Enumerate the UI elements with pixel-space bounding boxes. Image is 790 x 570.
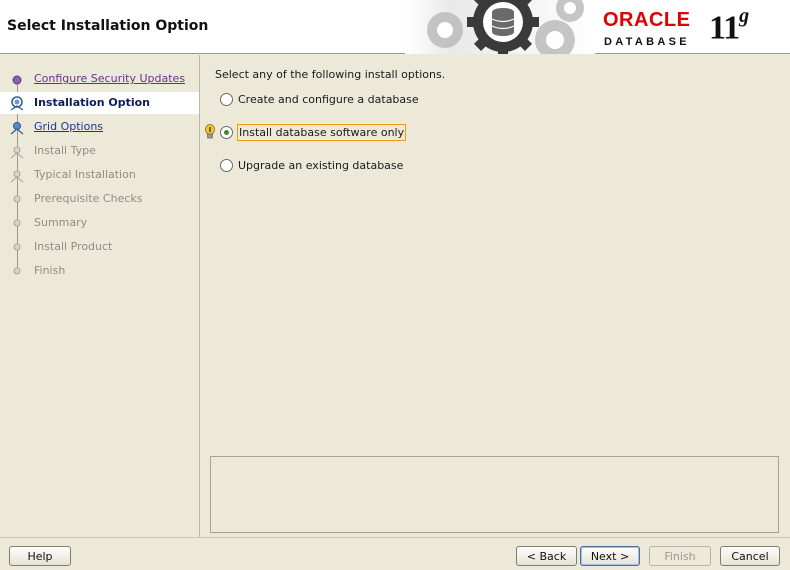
step-label: Installation Option <box>34 96 151 109</box>
future-branch-step-icon <box>10 146 24 159</box>
step-label: Install Type <box>34 144 96 157</box>
future-step-icon <box>13 219 21 227</box>
link-step-icon <box>10 122 24 135</box>
option-label[interactable]: Create and configure a database <box>237 92 420 107</box>
visited-step-icon <box>12 75 22 85</box>
step-install-product: Install Product <box>0 236 199 258</box>
page-title: Select Installation Option <box>7 18 209 34</box>
help-button[interactable]: Help <box>9 546 71 566</box>
step-finish: Finish <box>0 260 199 282</box>
instruction-text: Select any of the following install opti… <box>215 68 446 81</box>
step-prerequisite-checks: Prerequisite Checks <box>0 188 199 210</box>
step-navigation: Configure Security Updates Installation … <box>0 55 200 537</box>
next-button[interactable]: Next > <box>580 546 640 566</box>
step-label: Install Product <box>34 240 113 253</box>
step-label: Prerequisite Checks <box>34 192 143 205</box>
radio-install-software-only[interactable] <box>220 125 233 139</box>
step-label: Grid Options <box>34 120 104 133</box>
step-install-type: Install Type <box>0 140 199 162</box>
step-configure-security-updates[interactable]: Configure Security Updates <box>0 68 199 90</box>
lightbulb-icon <box>205 124 215 139</box>
future-branch-step-icon <box>10 170 24 183</box>
main-panel: Select any of the following install opti… <box>200 55 790 537</box>
logo-version: 11g <box>709 5 749 47</box>
step-grid-options[interactable]: Grid Options <box>0 116 199 138</box>
step-label: Configure Security Updates <box>34 72 186 85</box>
step-label: Summary <box>34 216 88 229</box>
option-create-configure-database[interactable]: Create and configure a database <box>220 90 420 108</box>
oracle-logo: ORACLE DATABASE 11g <box>603 5 783 50</box>
back-button[interactable]: < Back <box>516 546 577 566</box>
step-label: Finish <box>34 264 66 277</box>
future-step-icon <box>13 267 21 275</box>
current-step-icon <box>10 96 24 111</box>
future-step-icon <box>13 243 21 251</box>
step-typical-installation: Typical Installation <box>0 164 199 186</box>
footer-button-bar: Help < Back Next > Finish Cancel <box>0 537 790 570</box>
radio-upgrade-database[interactable] <box>220 158 233 172</box>
header-banner: Select Installation Option ORACLE DATABA… <box>0 0 790 54</box>
logo-oracle-text: ORACLE <box>603 9 691 31</box>
option-upgrade-database[interactable]: Upgrade an existing database <box>220 156 404 174</box>
step-label: Typical Installation <box>34 168 136 181</box>
cancel-button[interactable]: Cancel <box>720 546 780 566</box>
option-label[interactable]: Upgrade an existing database <box>237 158 404 173</box>
future-step-icon <box>13 195 21 203</box>
option-install-software-only[interactable]: Install database software only <box>205 123 407 141</box>
step-summary: Summary <box>0 212 199 234</box>
gears-database-icon <box>405 0 595 54</box>
details-message-area <box>210 456 779 533</box>
logo-database-text: DATABASE <box>604 36 690 48</box>
radio-create-configure-database[interactable] <box>220 92 233 106</box>
step-installation-option[interactable]: Installation Option <box>0 92 199 114</box>
option-label[interactable]: Install database software only <box>237 123 407 141</box>
finish-button: Finish <box>649 546 711 566</box>
